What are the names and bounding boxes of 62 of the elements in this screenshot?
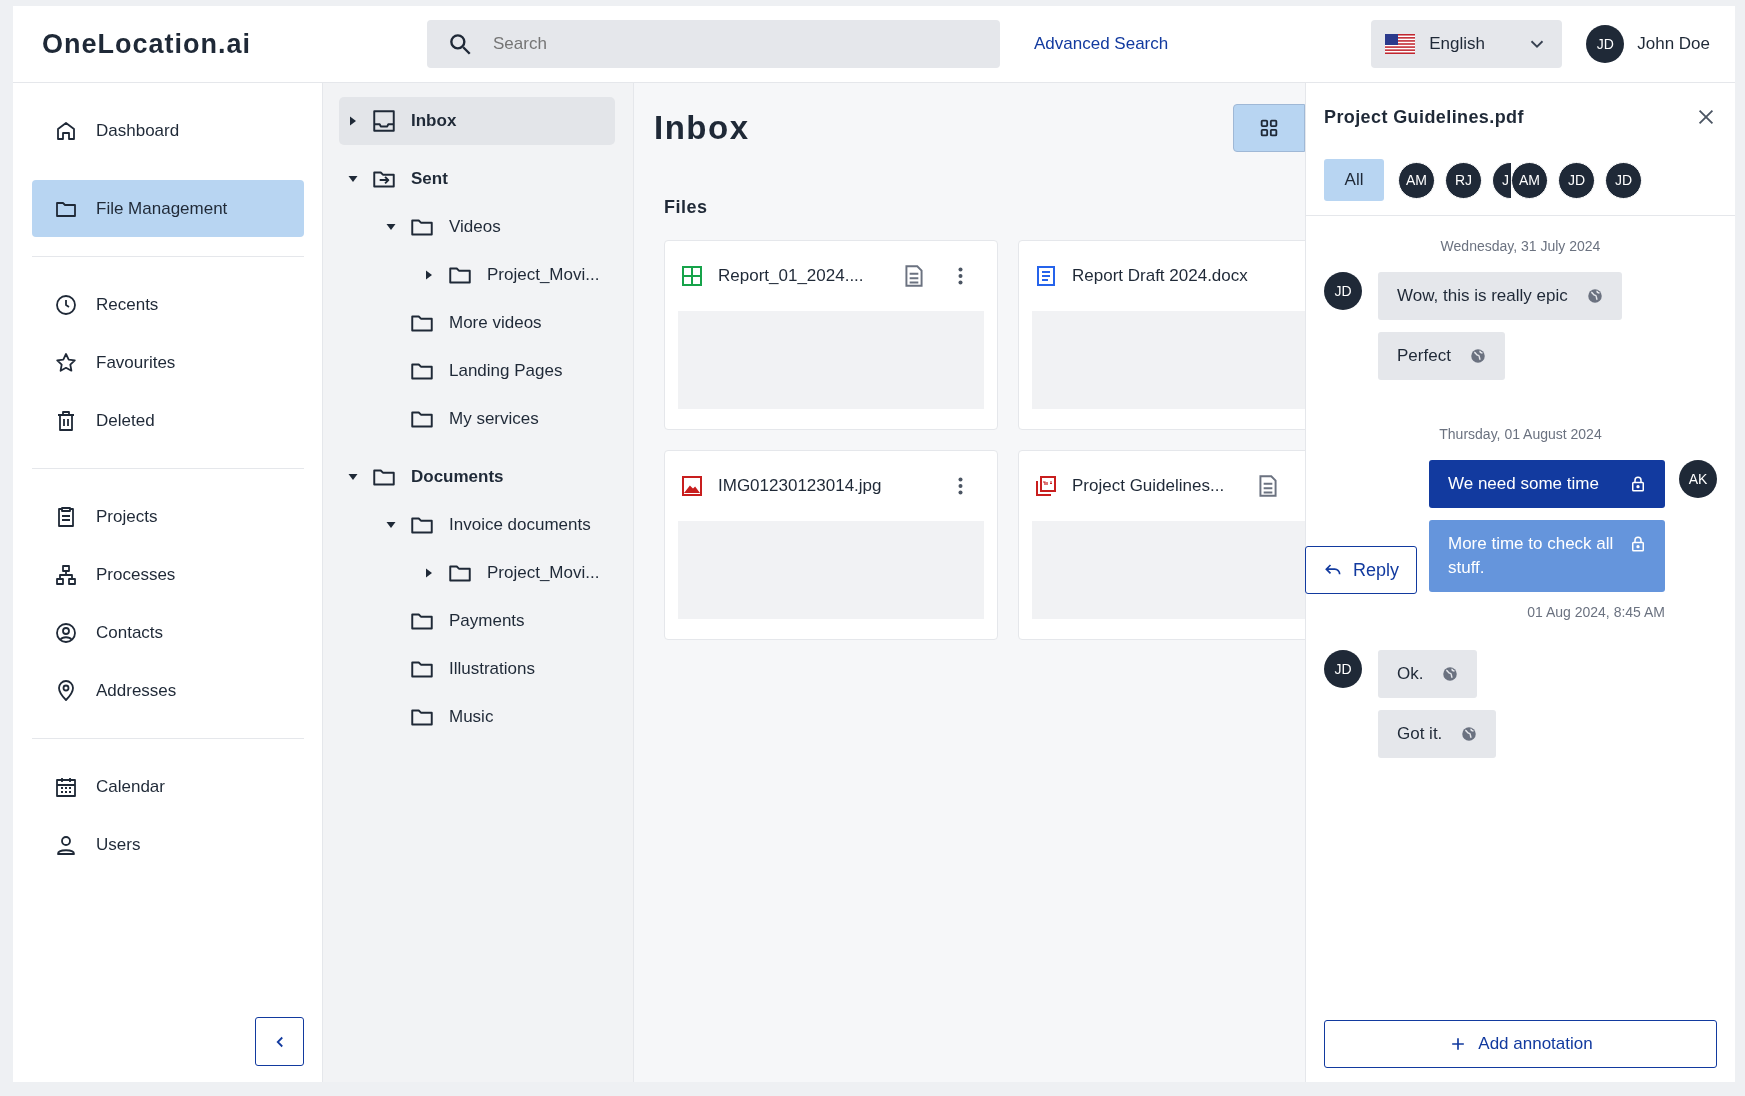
sidebar-item[interactable]: Recents — [32, 276, 304, 333]
tree-item[interactable]: Illustrations — [377, 645, 615, 693]
message-bubble: We need some time — [1429, 460, 1665, 508]
message-bubble: Perfect — [1378, 332, 1505, 380]
filter-chip[interactable]: All — [1324, 159, 1384, 201]
file-card[interactable]: Report_01_2024.... — [664, 240, 998, 430]
avatar-filter[interactable]: RJ — [1445, 161, 1482, 199]
page-title: Inbox — [654, 109, 750, 147]
user-avatar: JD — [1324, 650, 1362, 688]
logo: OneLocation.ai — [42, 28, 253, 60]
sidebar-item[interactable]: Calendar — [32, 758, 304, 815]
avatar-filter[interactable]: AM — [1398, 161, 1435, 199]
file-name: Report Draft 2024.docx — [1072, 266, 1249, 286]
tree-item[interactable]: Project_Movi... — [415, 549, 615, 597]
sidebar-item[interactable]: Addresses — [32, 662, 304, 719]
tree-item[interactable]: Sent — [339, 155, 615, 203]
message-bubble: Ok. — [1378, 650, 1478, 698]
message-bubble: Wow, this is really epic — [1378, 272, 1622, 320]
user-name: John Doe — [1637, 34, 1710, 54]
message-bubble: Got it. — [1378, 710, 1497, 758]
user-avatar[interactable]: JD — [1586, 25, 1625, 63]
sidebar-item[interactable]: Contacts — [32, 604, 304, 661]
file-card[interactable]: IMG01230123014.jpg — [664, 450, 998, 640]
tree-item[interactable]: Documents — [339, 453, 615, 501]
avatar-filter[interactable]: JD — [1558, 161, 1595, 199]
file-name: Report_01_2024.... — [718, 266, 865, 286]
tree-item[interactable]: Project_Movi... — [415, 251, 615, 299]
timestamp: 01 Aug 2024, 8:45 AM — [1527, 604, 1665, 620]
file-card[interactable]: Report Draft 2024.docx — [1018, 240, 1305, 430]
search-field[interactable]: Search — [427, 20, 1000, 68]
reply-button[interactable]: Reply — [1304, 546, 1417, 594]
sidebar-item[interactable]: Favourites — [32, 334, 304, 391]
date-label: Thursday, 01 August 2024 — [1438, 426, 1603, 442]
avatar-filter[interactable]: J — [1492, 161, 1511, 199]
sidebar-item[interactable]: Projects — [32, 488, 304, 545]
sidebar-item[interactable]: Users — [32, 816, 304, 873]
sidebar-item[interactable]: Deleted — [32, 392, 304, 449]
avatar-filter[interactable]: JD — [1605, 161, 1642, 199]
message-bubble: More time to check all stuff. — [1429, 520, 1665, 592]
file-name: IMG01230123014.jpg — [718, 476, 883, 496]
date-label: Wednesday, 31 July 2024 — [1439, 238, 1602, 254]
file-name: Project Guidelines... — [1072, 476, 1226, 496]
advanced-search-link[interactable]: Advanced Search — [1034, 34, 1169, 54]
user-avatar: JD — [1324, 272, 1362, 310]
panel-title: Project Guidelines.pdf — [1324, 106, 1524, 128]
tree-item[interactable]: More videos — [377, 299, 615, 347]
avatar-filter[interactable]: AM — [1511, 161, 1548, 199]
add-annotation-button[interactable]: Add annotation — [1324, 1020, 1717, 1068]
tree-item[interactable]: Music — [377, 693, 615, 741]
sidebar-item[interactable]: File Management — [32, 180, 304, 237]
section-title: Files — [664, 197, 709, 218]
tree-item[interactable]: Inbox — [339, 97, 615, 145]
sidebar-item[interactable]: Dashboard — [32, 102, 304, 159]
tree-item[interactable]: Landing Pages — [377, 347, 615, 395]
user-avatar: AK — [1679, 460, 1717, 498]
tree-item[interactable]: My services — [377, 395, 615, 443]
tree-item[interactable]: Videos — [377, 203, 615, 251]
tree-item[interactable]: Payments — [377, 597, 615, 645]
sidebar-item[interactable]: Processes — [32, 546, 304, 603]
file-card[interactable]: Project Guidelines... — [1018, 450, 1305, 640]
language-dropdown[interactable]: English — [1371, 20, 1563, 68]
tree-item[interactable]: Invoice documents — [377, 501, 615, 549]
